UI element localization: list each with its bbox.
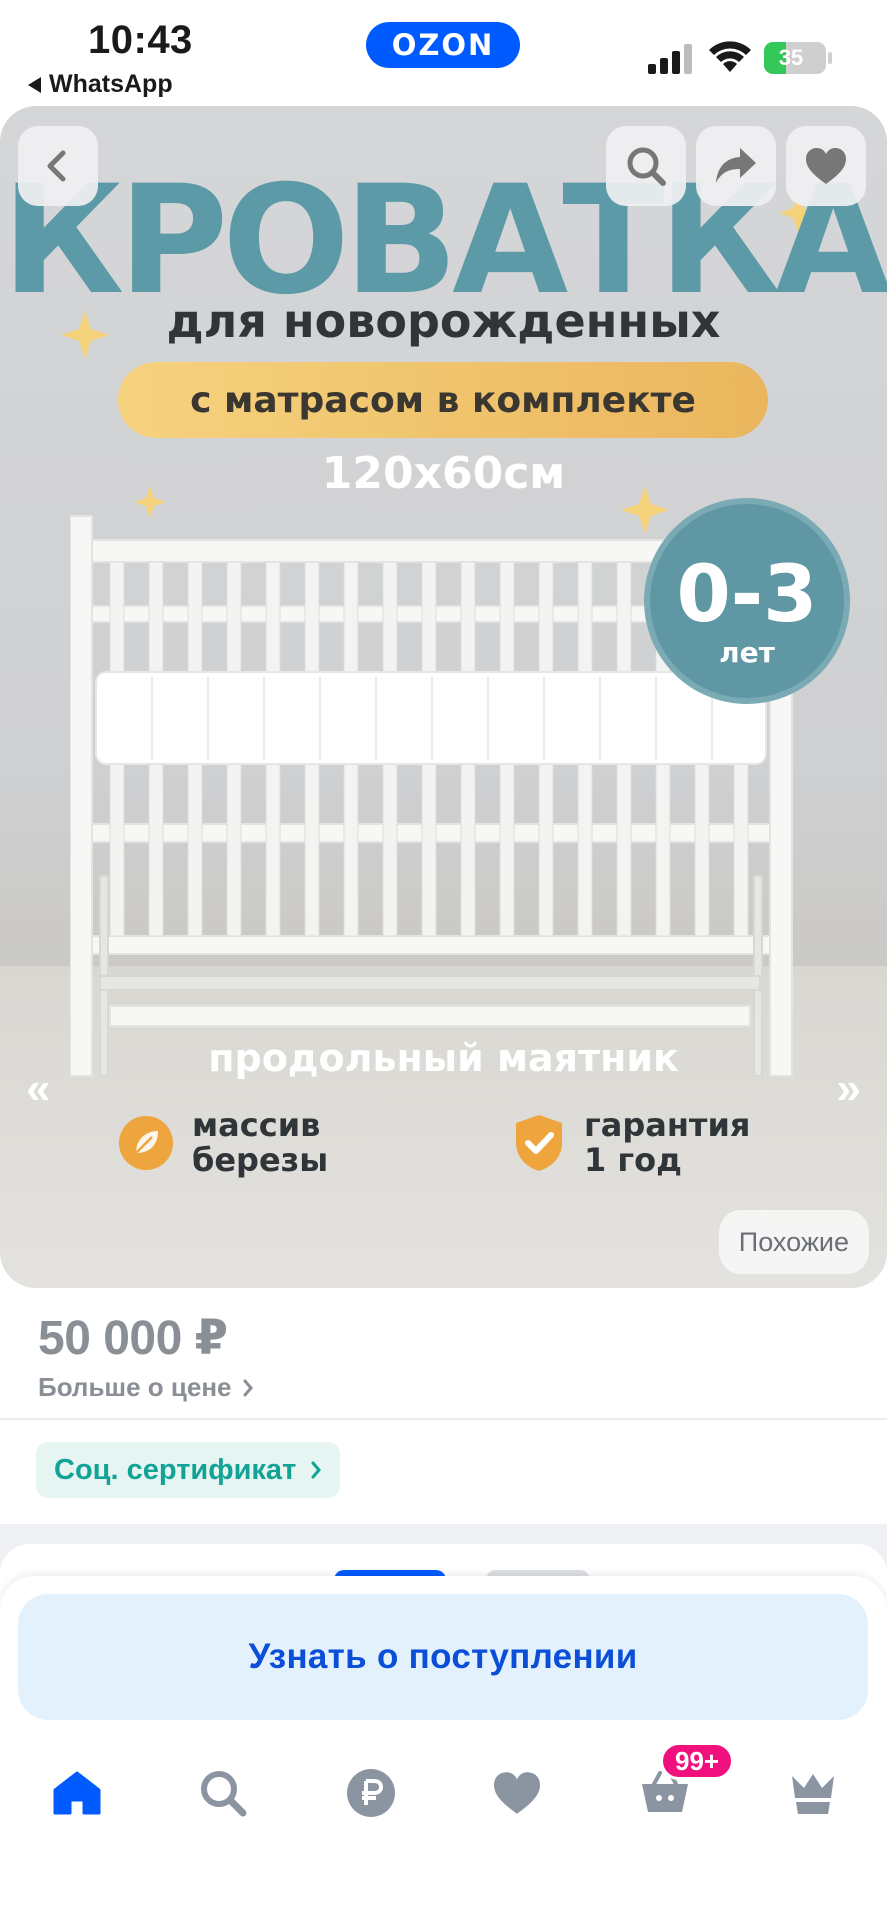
hero-size: 120х60см [321,448,566,499]
battery-indicator: 35 [764,42,826,74]
heart-icon [806,148,846,184]
crown-icon [792,1774,834,1814]
feature-warranty: гарантия 1 год [512,1106,751,1180]
tab-home[interactable] [42,1758,112,1828]
tab-favorites[interactable] [482,1758,552,1828]
shield-check-icon [516,1115,562,1172]
search-icon [627,147,666,186]
hero-subtitle: для новорожденных [166,294,721,348]
chevron-right-icon [243,1379,253,1396]
feature-birch: массив березы [118,1106,329,1180]
social-certificate-tag[interactable]: Соц. сертификат [36,1442,341,1498]
back-to-whatsapp[interactable]: WhatsApp [28,70,173,99]
hero-mattress-pill: с матрасом в комплекте [118,362,768,438]
status-time: 10:43 [88,18,193,62]
wifi-icon [709,41,751,72]
favorite-button[interactable] [786,126,866,206]
hero-arrow-right-icon: » [836,1064,861,1113]
bottom-tab-bar [0,1740,887,1840]
back-triangle-icon [28,76,41,93]
share-arrow-icon [716,148,756,183]
notify-availability-button[interactable]: Узнать о поступлении [18,1594,868,1720]
home-icon [53,1771,101,1815]
price-details-label: Больше о цене [38,1372,232,1402]
age-badge: 0-3 лет [644,498,850,704]
ruble-icon [347,1769,395,1817]
search-button[interactable] [606,126,686,206]
status-bar: 10:43 WhatsApp OZON 35 [0,0,887,104]
back-button[interactable] [18,126,98,206]
similar-button[interactable]: Похожие [718,1210,869,1274]
ozon-logo: OZON [366,22,520,68]
product-price: 50 000 ₽ [38,1312,228,1365]
tab-profile[interactable] [778,1758,848,1828]
age-value: 0-3 [676,550,818,640]
age-unit: лет [719,636,775,669]
share-button[interactable] [696,126,776,206]
feature-2-line1: гарантия [584,1106,751,1144]
price-details-link[interactable]: Больше о цене [38,1372,254,1403]
leaf-badge-icon [119,1116,173,1171]
heart-icon [494,1772,540,1814]
feature-1-line1: массив [192,1106,321,1144]
feature-2-line2: 1 год [584,1141,682,1180]
chevron-left-icon [47,150,66,182]
product-image-carousel[interactable]: КРОВАТКА для новорожденных с матрасом в … [0,106,887,1288]
battery-tip [828,52,832,64]
search-icon [201,1771,247,1817]
social-certificate-label: Соц. сертификат [54,1453,297,1486]
hero-arrow-left-icon: « [26,1064,51,1113]
chevron-right-icon [311,1461,322,1479]
feature-1-line2: березы [192,1141,329,1180]
tab-search[interactable] [188,1758,258,1828]
hero-pendulum-text: продольный маятник [208,1036,679,1080]
back-app-label: WhatsApp [49,70,173,98]
cart-count-badge: 99+ [660,1742,735,1780]
cellular-signal-icon [648,44,692,74]
battery-percent: 35 [778,45,804,70]
tab-finance[interactable] [336,1758,406,1828]
price-block: 50 000 ₽ Больше о цене [0,1290,887,1418]
certificate-block: Соц. сертификат [0,1420,887,1524]
